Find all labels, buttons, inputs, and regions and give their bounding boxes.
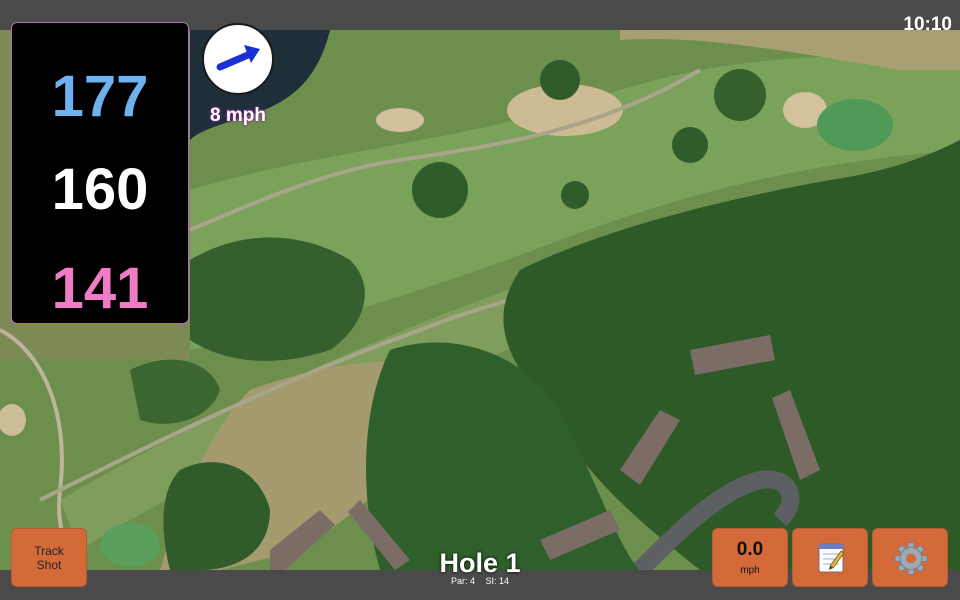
- notepad-icon: [818, 543, 845, 573]
- hole-info: Par: 4 SI: 14: [400, 576, 560, 586]
- distance-panel: 177 160 141: [11, 22, 189, 324]
- distance-back: 177: [51, 64, 149, 129]
- gear-icon: [894, 542, 928, 575]
- notes-button[interactable]: [792, 528, 868, 587]
- speed-button[interactable]: 0.0 mph: [712, 528, 788, 587]
- distance-front: 141: [51, 256, 149, 321]
- distance-middle: 160: [51, 157, 149, 222]
- wind-direction-indicator: [202, 23, 274, 95]
- speed-unit: mph: [740, 565, 760, 576]
- track-shot-button[interactable]: Track Shot: [11, 528, 87, 587]
- settings-button[interactable]: [872, 528, 948, 587]
- wind-speed-label: 8 mph: [210, 105, 266, 126]
- hole-title: Hole 1: [439, 548, 521, 578]
- hole-par: Par: 4: [450, 576, 475, 586]
- hole-stroke-index: SI: 14: [485, 576, 510, 586]
- speed-value: 0.0: [736, 539, 764, 560]
- track-shot-label-line2: Shot: [36, 558, 62, 572]
- track-shot-label-line1: Track: [34, 544, 64, 558]
- wind-arrow-icon: [216, 45, 260, 71]
